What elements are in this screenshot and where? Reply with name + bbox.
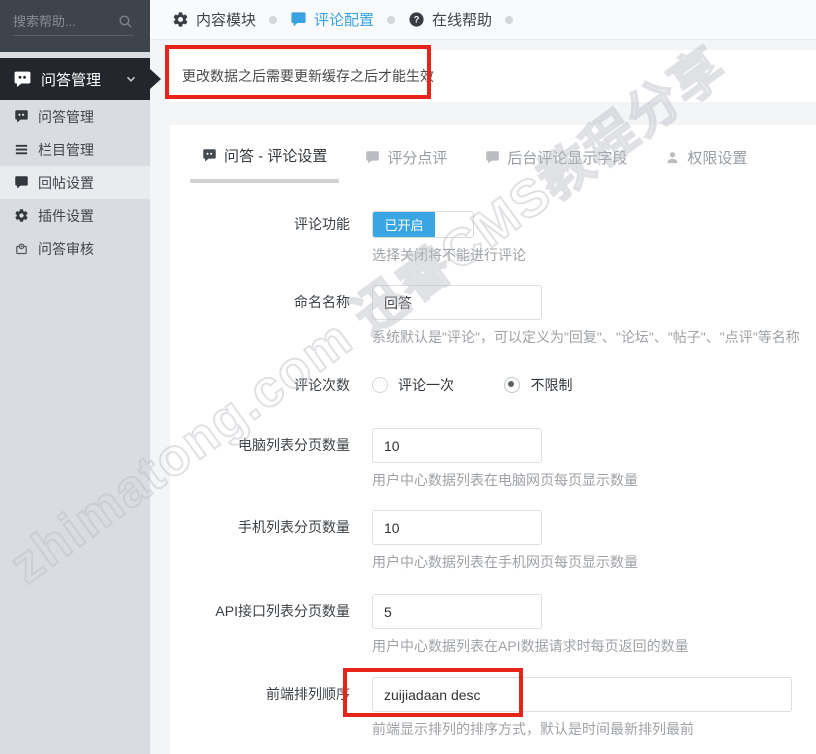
comment-icon <box>365 150 380 165</box>
radio-label: 不限制 <box>530 375 572 395</box>
field-help-text: 选择关闭将不能进行评论 <box>372 248 816 263</box>
form-row-pc-page-size: 电脑列表分页数量 用户中心数据列表在电脑网页每页显示数量 <box>170 428 816 488</box>
form-row-comment-times: 评论次数 评论一次 不限制 <box>170 375 816 398</box>
sidebar: 问答管理 问答管理 栏目管理 回帖设置 插件设置 <box>0 52 150 754</box>
sidebar-item-label: 回帖设置 <box>38 173 94 193</box>
comment-icon <box>202 148 217 163</box>
pc-page-size-input[interactable] <box>372 428 542 463</box>
field-help-text: 用户中心数据列表在手机网页每页显示数量 <box>372 555 816 570</box>
nav-item-label: 在线帮助 <box>432 9 492 30</box>
tab-label: 权限设置 <box>687 147 747 168</box>
sidebar-item-reply-settings[interactable]: 回帖设置 <box>0 166 150 199</box>
comment-icon <box>290 11 307 28</box>
radio-circle-checked[interactable] <box>504 377 520 393</box>
tab-backend-comment-fields[interactable]: 后台评论显示字段 <box>473 145 639 183</box>
field-help-text: 系统默认是"评论"，可以定义为"回复"、"论坛"、"帖子"、"点评"等名称 <box>372 330 816 345</box>
nav-item-content-module[interactable]: 内容模块 <box>172 9 256 30</box>
sidebar-item-qa-manage[interactable]: 问答管理 <box>0 100 150 133</box>
sidebar-menu-header-qa-admin[interactable]: 问答管理 <box>0 58 150 100</box>
front-sort-order-input[interactable] <box>372 677 792 712</box>
comment-icon <box>13 175 29 190</box>
sidebar-item-qa-review[interactable]: 问答审核 <box>0 232 150 265</box>
field-label: 电脑列表分页数量 <box>170 428 350 488</box>
top-navbar: 内容模块 评论配置 ? 在线帮助 <box>150 0 816 40</box>
settings-panel: 问答 - 评论设置 评分点评 后台评论显示字段 权限设置 评论功能 已开启 <box>170 125 816 754</box>
nav-separator-dot <box>505 16 513 24</box>
radio-label: 评论一次 <box>398 375 454 395</box>
nav-separator-dot <box>269 16 277 24</box>
comment-icon <box>485 150 500 165</box>
form-row-naming: 命名名称 系统默认是"评论"，可以定义为"回复"、"论坛"、"帖子"、"点评"等… <box>170 285 816 345</box>
tab-qa-comment-settings[interactable]: 问答 - 评论设置 <box>190 145 339 183</box>
safe-icon <box>13 241 29 256</box>
sidebar-item-label: 栏目管理 <box>38 140 94 160</box>
toggle-off-segment <box>435 212 473 237</box>
sidebar-item-label: 问答审核 <box>38 239 94 259</box>
tab-permission-settings[interactable]: 权限设置 <box>653 145 759 183</box>
field-help-text: 用户中心数据列表在API数据请求时每页返回的数量 <box>372 639 816 654</box>
comment-dots-icon <box>13 70 32 89</box>
field-label: API接口列表分页数量 <box>170 594 350 654</box>
nav-item-comment-config[interactable]: 评论配置 <box>290 9 374 30</box>
tab-label: 问答 - 评论设置 <box>224 145 327 166</box>
radio-unlimited[interactable]: 不限制 <box>504 375 572 395</box>
tab-label: 评分点评 <box>387 147 447 168</box>
search-icon[interactable] <box>117 13 134 30</box>
nav-item-label: 内容模块 <box>196 9 256 30</box>
field-label: 命名名称 <box>170 285 350 345</box>
field-label: 评论次数 <box>170 375 350 398</box>
form-row-api-page-size: API接口列表分页数量 用户中心数据列表在API数据请求时每页返回的数量 <box>170 594 816 654</box>
list-icon <box>13 142 29 157</box>
chevron-down-icon <box>124 72 138 86</box>
sidebar-search-block <box>0 0 150 52</box>
naming-input[interactable] <box>372 285 542 320</box>
tab-rating-review[interactable]: 评分点评 <box>353 145 459 183</box>
user-icon <box>665 150 680 165</box>
tab-bar: 问答 - 评论设置 评分点评 后台评论显示字段 权限设置 <box>190 145 773 183</box>
comment-function-toggle[interactable]: 已开启 <box>372 211 474 238</box>
field-help-text: 前端显示排列的排序方式，默认是时间最新排列最前 <box>372 722 816 737</box>
nav-separator-dot <box>387 16 395 24</box>
field-label: 评论功能 <box>170 211 350 263</box>
svg-text:?: ? <box>414 15 420 25</box>
radio-comment-once[interactable]: 评论一次 <box>372 375 454 395</box>
gears-icon <box>172 11 189 28</box>
field-help-text: 用户中心数据列表在电脑网页每页显示数量 <box>372 473 816 488</box>
search-input[interactable] <box>13 14 108 29</box>
sidebar-item-label: 问答管理 <box>38 107 94 127</box>
radio-circle[interactable] <box>372 377 388 393</box>
field-label: 手机列表分页数量 <box>170 510 350 570</box>
form-row-comment-function: 评论功能 已开启 选择关闭将不能进行评论 <box>170 211 816 263</box>
cache-notice-banner: 更改数据之后需要更新缓存之后才能生效 <box>170 50 816 102</box>
toggle-on-segment: 已开启 <box>373 212 435 237</box>
cache-notice-text: 更改数据之后需要更新缓存之后才能生效 <box>182 66 434 86</box>
form-row-mobile-page-size: 手机列表分页数量 用户中心数据列表在手机网页每页显示数量 <box>170 510 816 570</box>
question-icon: ? <box>408 11 425 28</box>
sidebar-item-category-manage[interactable]: 栏目管理 <box>0 133 150 166</box>
gear-icon <box>13 208 29 223</box>
sidebar-item-plugin-settings[interactable]: 插件设置 <box>0 199 150 232</box>
api-page-size-input[interactable] <box>372 594 542 629</box>
mobile-page-size-input[interactable] <box>372 510 542 545</box>
comment-dots-icon <box>13 109 29 124</box>
field-label: 前端排列顺序 <box>170 677 350 737</box>
nav-item-online-help[interactable]: ? 在线帮助 <box>408 9 492 30</box>
form-row-front-sort-order: 前端排列顺序 前端显示排列的排序方式，默认是时间最新排列最前 <box>170 677 816 737</box>
nav-item-label: 评论配置 <box>314 9 374 30</box>
tab-label: 后台评论显示字段 <box>507 147 627 168</box>
sidebar-item-label: 插件设置 <box>38 206 94 226</box>
sidebar-header-label: 问答管理 <box>41 69 101 90</box>
